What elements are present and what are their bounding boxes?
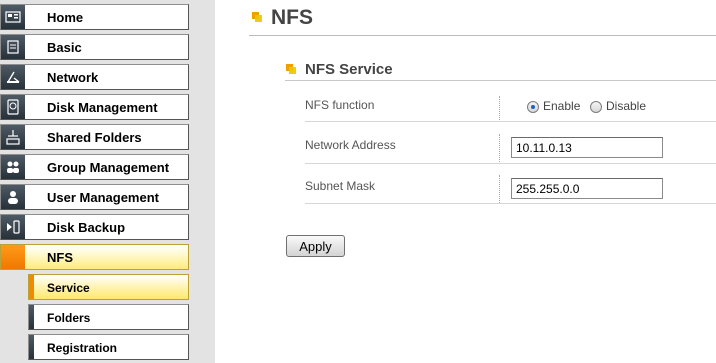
subnet-mask-input[interactable] <box>511 178 663 199</box>
column-separator <box>499 134 500 162</box>
backup-icon <box>1 215 25 239</box>
section-divider <box>285 80 716 81</box>
sidebar-item-disk-management[interactable]: Disk Management <box>0 94 189 120</box>
sidebar-item-label: User Management <box>47 190 159 205</box>
sidebar-item-network[interactable]: Network <box>0 64 189 90</box>
sidebar: Home Basic Network Disk Management Share… <box>0 0 215 363</box>
sidebar-item-disk-backup[interactable]: Disk Backup <box>0 214 189 240</box>
sidebar-subitem-label: Folders <box>47 311 91 325</box>
sidebar-item-label: Network <box>47 70 99 85</box>
sidebar-item-label: Group Management <box>47 160 170 175</box>
title-divider <box>249 35 716 36</box>
sidebar-item-nfs[interactable]: NFS <box>0 244 189 270</box>
sidebar-subitem-service[interactable]: Service <box>28 274 189 300</box>
section-title: NFS Service <box>305 61 393 78</box>
main-content: NFS NFS Service NFS function Enable Disa… <box>215 0 716 363</box>
sidebar-subitem-folders[interactable]: Folders <box>28 304 189 330</box>
sidebar-subitem-label: Registration <box>47 341 118 355</box>
apply-button[interactable]: Apply <box>286 235 345 257</box>
home-icon <box>1 5 25 29</box>
sidebar-subitem-label: Service <box>47 281 90 295</box>
sidebar-item-group-management[interactable]: Group Management <box>0 154 189 180</box>
sidebar-item-shared-folders[interactable]: Shared Folders <box>0 124 189 150</box>
column-separator <box>499 96 500 120</box>
sidebar-item-home[interactable]: Home <box>0 4 189 30</box>
network-icon <box>1 65 25 89</box>
sidebar-item-label: Shared Folders <box>47 130 142 145</box>
sidebar-item-label: NFS <box>47 250 73 265</box>
subnet-mask-label: Subnet Mask <box>305 179 376 193</box>
nfs-function-label: NFS function <box>305 98 375 112</box>
user-icon <box>1 185 25 209</box>
sidebar-item-label: Basic <box>47 40 82 55</box>
network-address-input[interactable] <box>511 137 663 158</box>
sidebar-item-basic[interactable]: Basic <box>0 34 189 60</box>
sidebar-item-label: Disk Management <box>47 100 158 115</box>
page-title: NFS <box>271 6 313 29</box>
enable-radio[interactable] <box>527 101 539 113</box>
sidebar-item-user-management[interactable]: User Management <box>0 184 189 210</box>
sidebar-item-label: Home <box>47 10 84 25</box>
enable-radio-label[interactable]: Enable <box>543 99 580 113</box>
disk-icon <box>1 95 25 119</box>
shared-folder-icon <box>1 125 25 149</box>
row-divider <box>305 163 716 164</box>
disable-radio[interactable] <box>590 101 602 113</box>
section-bullet-icon <box>286 64 296 74</box>
sidebar-subitem-registration[interactable]: Registration <box>28 334 189 360</box>
document-icon <box>1 35 25 59</box>
subitem-indicator <box>29 305 34 329</box>
disable-radio-label[interactable]: Disable <box>606 99 646 113</box>
row-divider <box>305 121 716 122</box>
row-divider <box>305 203 716 204</box>
sidebar-item-label: Disk Backup <box>47 220 126 235</box>
group-icon <box>1 155 25 179</box>
subitem-indicator <box>29 335 34 359</box>
network-address-label: Network Address <box>305 138 396 152</box>
nfs-icon <box>1 245 25 269</box>
title-bullet-icon <box>252 12 262 22</box>
subitem-indicator <box>29 275 34 299</box>
column-separator <box>499 175 500 203</box>
